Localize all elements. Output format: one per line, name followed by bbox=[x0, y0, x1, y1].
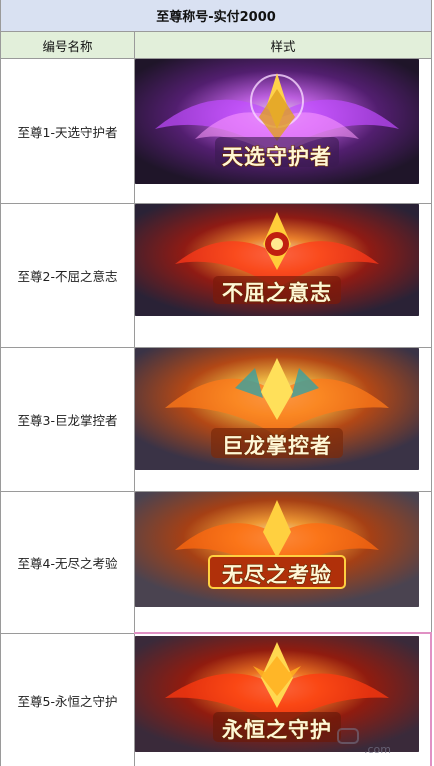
title-badge-image: 巨龙掌控者 bbox=[135, 348, 419, 470]
title-name-cell: 至尊5-永恒之守护 bbox=[1, 634, 135, 766]
badge-text: 无尽之考验 bbox=[221, 561, 332, 587]
spreadsheet: 至尊称号-实付2000 编号名称 样式 至尊1-天选守护者 天选守护者 至尊2-… bbox=[0, 0, 432, 766]
gamepad-icon bbox=[337, 728, 359, 744]
badge-text: 永恒之守护 bbox=[221, 716, 332, 742]
title-style-cell: 巨龙掌控者 bbox=[135, 348, 431, 491]
table-row: 至尊1-天选守护者 天选守护者 bbox=[1, 59, 431, 204]
badge-text: 不屈之意志 bbox=[221, 279, 332, 305]
watermark-text: .com bbox=[364, 743, 391, 756]
title-badge-image: 不屈之意志 bbox=[135, 204, 419, 316]
title-style-cell: 天选守护者 bbox=[135, 59, 431, 203]
table-row: 至尊2-不屈之意志 不屈之意志 bbox=[1, 204, 431, 348]
title-badge-image: 天选守护者 bbox=[135, 59, 419, 184]
title-name-cell: 至尊2-不屈之意志 bbox=[1, 204, 135, 347]
badge-text: 天选守护者 bbox=[221, 143, 332, 169]
title-badge-image: 永恒之守护 bbox=[135, 636, 419, 752]
title-name-cell: 至尊1-天选守护者 bbox=[1, 59, 135, 203]
title-name-cell: 至尊4-无尽之考验 bbox=[1, 492, 135, 633]
table-title: 至尊称号-实付2000 bbox=[1, 0, 431, 32]
badge-text: 巨龙掌控者 bbox=[221, 432, 332, 458]
title-name-cell: 至尊3-巨龙掌控者 bbox=[1, 348, 135, 491]
table-row: 至尊3-巨龙掌控者 巨龙掌控者 bbox=[1, 348, 431, 492]
table-row: 至尊4-无尽之考验 无尽之考验 bbox=[1, 492, 431, 634]
header-name-column: 编号名称 bbox=[1, 32, 135, 58]
table-header: 编号名称 样式 bbox=[1, 32, 431, 59]
table-row: 至尊5-永恒之守护 永恒之守护 .com bbox=[1, 634, 431, 766]
title-badge-image: 无尽之考验 bbox=[135, 492, 419, 607]
title-style-cell: 永恒之守护 .com bbox=[135, 634, 431, 766]
title-style-cell: 不屈之意志 bbox=[135, 204, 431, 347]
title-style-cell: 无尽之考验 bbox=[135, 492, 431, 633]
header-style-column: 样式 bbox=[135, 32, 431, 58]
